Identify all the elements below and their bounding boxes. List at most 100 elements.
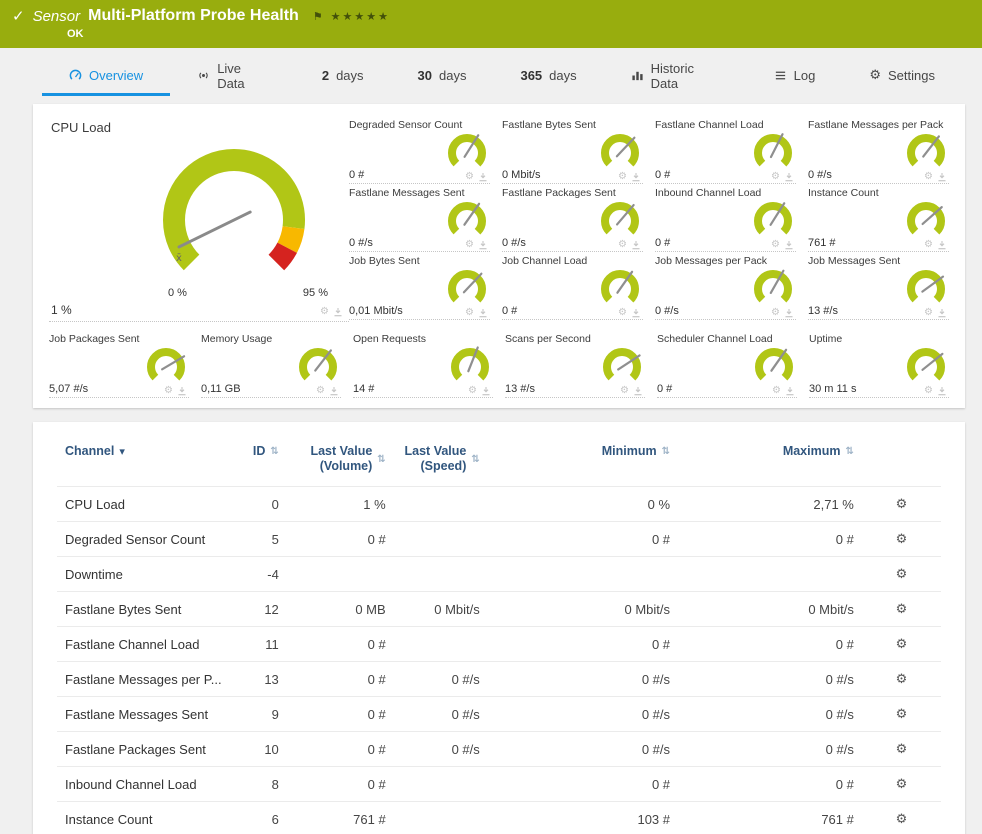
channel-settings-icon[interactable]: ⚙ xyxy=(896,742,908,757)
cell-channel: Fastlane Bytes Sent xyxy=(57,592,233,627)
gauge-action-icons: ⚙ xyxy=(468,386,491,396)
gauge-settings-icon[interactable]: ⚙ xyxy=(320,307,329,317)
gauge-download-icon[interactable] xyxy=(329,386,339,396)
tab-live-data[interactable]: Live Data xyxy=(170,58,295,96)
gauge-tile-instance-count: Instance Count 761 # ⚙ xyxy=(808,184,949,252)
channel-settings-icon[interactable]: ⚙ xyxy=(896,707,908,722)
gauge-settings-icon[interactable]: ⚙ xyxy=(620,386,629,396)
gauge-settings-icon[interactable]: ⚙ xyxy=(771,308,780,318)
gauge-settings-icon[interactable]: ⚙ xyxy=(924,308,933,318)
gauge-download-icon[interactable] xyxy=(631,308,641,318)
gauge-download-icon[interactable] xyxy=(937,386,947,396)
gauge-dial xyxy=(599,268,641,310)
gauge-value: 5,07 #/s xyxy=(49,383,88,396)
gauge-settings-icon[interactable]: ⚙ xyxy=(316,386,325,396)
channel-settings-icon[interactable]: ⚙ xyxy=(896,532,908,547)
gauge-action-icons: ⚙ xyxy=(618,240,641,250)
cell-maximum: 0 Mbit/s xyxy=(678,592,862,627)
gauge-settings-icon[interactable]: ⚙ xyxy=(771,172,780,182)
cell-last-value-volume: 0 # xyxy=(287,662,394,697)
column-header-maximum[interactable]: Maximum⇅ xyxy=(678,438,862,487)
gauge-settings-icon[interactable]: ⚙ xyxy=(924,172,933,182)
gauge-settings-icon[interactable]: ⚙ xyxy=(465,172,474,182)
gauge-download-icon[interactable] xyxy=(478,308,488,318)
gauge-settings-icon[interactable]: ⚙ xyxy=(468,386,477,396)
column-header-last-value-volume[interactable]: Last Value(Volume)⇅ xyxy=(287,438,394,487)
column-header-last-value-speed[interactable]: Last Value(Speed)⇅ xyxy=(394,438,488,487)
cell-channel: CPU Load xyxy=(57,487,233,522)
gauge-tile-uptime: Uptime 30 m 11 s ⚙ xyxy=(809,330,949,398)
gauge-download-icon[interactable] xyxy=(633,386,643,396)
channel-settings-icon[interactable]: ⚙ xyxy=(896,637,908,652)
cell-last-value-speed xyxy=(394,557,488,592)
gauge-title: Fastlane Channel Load xyxy=(655,119,794,132)
cell-channel: Fastlane Messages per P... xyxy=(57,662,233,697)
channel-settings-icon[interactable]: ⚙ xyxy=(896,567,908,582)
gauge-download-icon[interactable] xyxy=(784,308,794,318)
channel-settings-icon[interactable]: ⚙ xyxy=(896,812,908,827)
gauge-settings-icon[interactable]: ⚙ xyxy=(618,240,627,250)
column-header-id[interactable]: ID⇅ xyxy=(233,438,286,487)
column-header-channel[interactable]: Channel▾ xyxy=(57,438,233,487)
cell-actions: ⚙ xyxy=(862,767,941,802)
gauge-dial xyxy=(752,132,794,174)
gauge-settings-icon[interactable]: ⚙ xyxy=(465,308,474,318)
tab-log[interactable]: Log xyxy=(747,58,843,96)
gauge-arc xyxy=(752,268,794,310)
channel-settings-icon[interactable]: ⚙ xyxy=(896,602,908,617)
column-label: ID xyxy=(253,444,266,459)
gauge-download-icon[interactable] xyxy=(784,240,794,250)
cpu-load-gauge: x̄ 0 % 95 % xyxy=(134,135,334,301)
gauge-settings-icon[interactable]: ⚙ xyxy=(465,240,474,250)
gauge-download-icon[interactable] xyxy=(937,308,947,318)
gauge-download-icon[interactable] xyxy=(937,172,947,182)
gauge-download-icon[interactable] xyxy=(937,240,947,250)
column-label: Last Value(Speed) xyxy=(405,444,467,474)
channel-settings-icon[interactable]: ⚙ xyxy=(896,672,908,687)
gauge-settings-icon[interactable]: ⚙ xyxy=(771,240,780,250)
tab-30-days[interactable]: 30days xyxy=(391,58,494,96)
gauge-download-icon[interactable] xyxy=(333,307,343,317)
channel-settings-icon[interactable]: ⚙ xyxy=(896,497,908,512)
channel-row-instance-count: Instance Count6761 #103 #761 #⚙ xyxy=(57,802,941,834)
gauge-settings-icon[interactable]: ⚙ xyxy=(924,386,933,396)
flag-icon[interactable]: ⚑ xyxy=(313,10,323,23)
gauge-tile-degraded-sensor-count: Degraded Sensor Count 0 # ⚙ xyxy=(349,116,490,184)
gauge-settings-icon[interactable]: ⚙ xyxy=(618,308,627,318)
channel-row-fastlane-messages-per-p: Fastlane Messages per P...130 #0 #/s0 #/… xyxy=(57,662,941,697)
gauge-download-icon[interactable] xyxy=(784,172,794,182)
tab-365-days[interactable]: 365days xyxy=(493,58,603,96)
gauge-action-icons: ⚙ xyxy=(924,172,947,182)
gauge-download-icon[interactable] xyxy=(478,172,488,182)
cell-actions: ⚙ xyxy=(862,802,941,834)
gauge-title: Scans per Second xyxy=(505,333,643,346)
cell-actions: ⚙ xyxy=(862,522,941,557)
gauge-settings-icon[interactable]: ⚙ xyxy=(924,240,933,250)
priority-stars[interactable]: ★★★★★ xyxy=(331,10,390,23)
sensor-header: ✓ Sensor Multi-Platform Probe Health ⚑ ★… xyxy=(0,0,982,48)
gauge-settings-icon[interactable]: ⚙ xyxy=(618,172,627,182)
channel-settings-icon[interactable]: ⚙ xyxy=(896,777,908,792)
gauge-action-icons: ⚙ xyxy=(465,240,488,250)
gauge-action-icons: ⚙ xyxy=(771,240,794,250)
gauge-download-icon[interactable] xyxy=(481,386,491,396)
tab-historic-data[interactable]: Historic Data xyxy=(604,58,747,96)
cell-actions: ⚙ xyxy=(862,662,941,697)
gauge-value: 0 #/s xyxy=(502,237,526,250)
gauge-tile-open-requests: Open Requests 14 # ⚙ xyxy=(353,330,493,398)
gauge-tile-fastlane-messages-per-pack: Fastlane Messages per Pack 0 #/s ⚙ xyxy=(808,116,949,184)
gauge-download-icon[interactable] xyxy=(785,386,795,396)
gauge-settings-icon[interactable]: ⚙ xyxy=(164,386,173,396)
gauge-action-icons: ⚙ xyxy=(771,172,794,182)
tab-settings[interactable]: ⚙Settings xyxy=(842,58,962,96)
cell-maximum: 0 #/s xyxy=(678,662,862,697)
gauge-settings-icon[interactable]: ⚙ xyxy=(772,386,781,396)
gauge-download-icon[interactable] xyxy=(177,386,187,396)
cell-minimum: 0 Mbit/s xyxy=(488,592,678,627)
tab-2-days[interactable]: 2days xyxy=(295,58,391,96)
gauge-download-icon[interactable] xyxy=(631,172,641,182)
column-header-minimum[interactable]: Minimum⇅ xyxy=(488,438,678,487)
tab-overview[interactable]: Overview xyxy=(42,58,170,96)
gauge-download-icon[interactable] xyxy=(478,240,488,250)
gauge-download-icon[interactable] xyxy=(631,240,641,250)
